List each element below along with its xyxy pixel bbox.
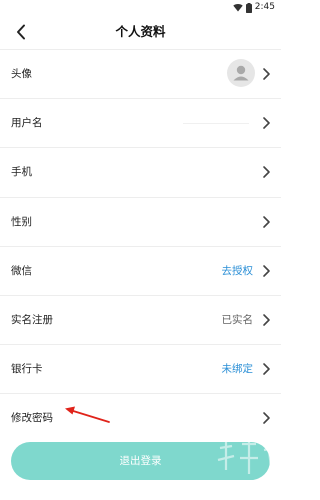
profile-list: 头像 用户名 手机 性别 微信 去授权 实名注册 已实名 银行卡 未绑定 修改密… bbox=[0, 49, 281, 443]
profile-screen: 2:45 个人资料 头像 用户名 手机 性别 微信 去授权 实名注册 已实名 银… bbox=[0, 0, 281, 500]
page-title: 个人资料 bbox=[115, 24, 166, 39]
real-name-status: 已实名 bbox=[221, 313, 254, 326]
status-time: 2:45 bbox=[254, 2, 275, 12]
status-bar: 2:45 bbox=[0, 0, 281, 15]
status-indicators: 2:45 bbox=[233, 1, 275, 14]
row-label: 银行卡 bbox=[11, 363, 43, 376]
row-gender[interactable]: 性别 bbox=[0, 196, 281, 246]
row-label: 头像 bbox=[11, 68, 32, 80]
battery-icon bbox=[245, 2, 252, 13]
row-label: 性别 bbox=[11, 215, 32, 228]
avatar-placeholder-icon bbox=[233, 65, 249, 81]
chevron-right-icon bbox=[263, 215, 270, 228]
row-real-name[interactable]: 实名注册 已实名 bbox=[0, 294, 281, 344]
username-value-placeholder bbox=[183, 123, 249, 125]
bank-card-status-link[interactable]: 未绑定 bbox=[222, 345, 254, 393]
chevron-right-icon bbox=[263, 166, 270, 179]
wifi-icon bbox=[233, 3, 243, 12]
annotation-arrow-icon bbox=[65, 406, 110, 423]
row-label: 手机 bbox=[11, 166, 32, 179]
chevron-right-icon bbox=[263, 412, 270, 425]
avatar[interactable] bbox=[227, 59, 255, 87]
header: 个人资料 bbox=[0, 15, 281, 49]
wechat-authorize-link[interactable]: 去授权 bbox=[222, 247, 254, 295]
watermark-graphic bbox=[217, 438, 277, 477]
row-label: 修改密码 bbox=[11, 412, 53, 425]
row-label: 实名注册 bbox=[11, 313, 53, 326]
chevron-right-icon bbox=[263, 264, 270, 277]
row-username[interactable]: 用户名 bbox=[0, 98, 281, 147]
row-phone[interactable]: 手机 bbox=[0, 147, 281, 196]
chevron-right-icon bbox=[263, 314, 270, 326]
row-wechat[interactable]: 微信 去授权 bbox=[0, 245, 281, 295]
row-avatar[interactable]: 头像 bbox=[0, 49, 281, 98]
row-label: 用户名 bbox=[11, 117, 43, 130]
chevron-right-icon bbox=[263, 117, 270, 129]
chevron-right-icon bbox=[263, 68, 270, 80]
row-label: 微信 bbox=[11, 264, 32, 277]
chevron-right-icon bbox=[263, 363, 270, 375]
row-bank-card[interactable]: 银行卡 未绑定 bbox=[0, 344, 281, 393]
